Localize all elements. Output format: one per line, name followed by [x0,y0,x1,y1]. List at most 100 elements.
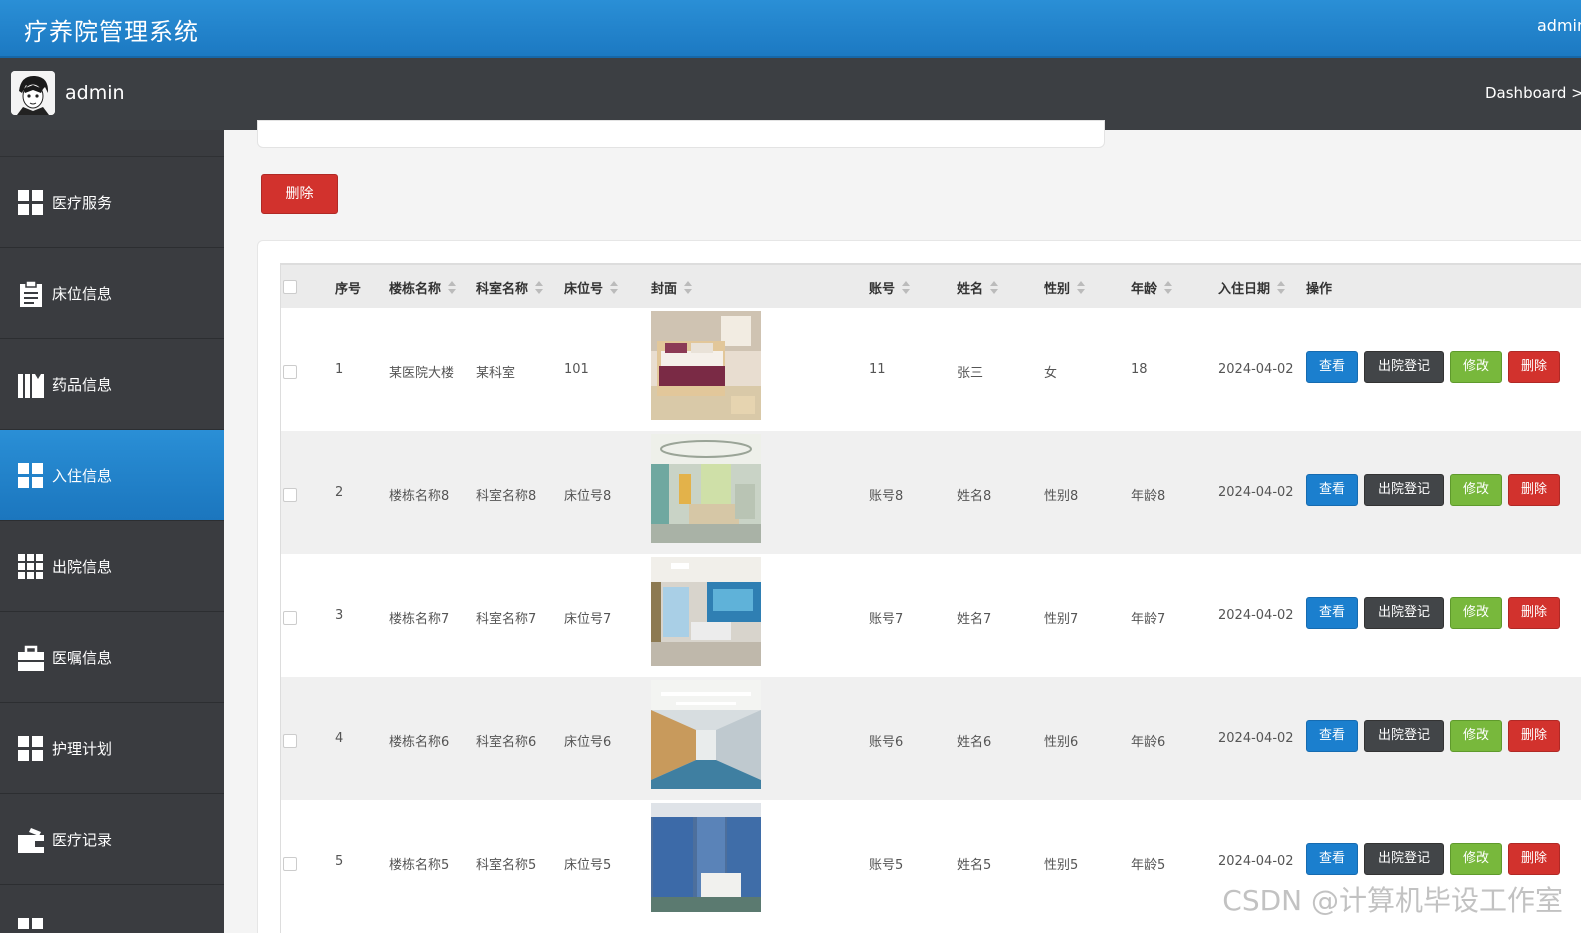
view-button[interactable]: 查看 [1306,351,1358,383]
row-checkbox[interactable] [283,734,297,748]
sort-icon[interactable] [609,281,619,295]
select-all-checkbox[interactable] [283,280,297,294]
row-checkbox[interactable] [283,365,297,379]
sidebar-item-medical-record[interactable]: 医疗记录 [0,794,224,885]
col-header-name[interactable]: 姓名 [957,278,999,297]
col-header-dept[interactable]: 科室名称 [476,278,544,297]
sort-icon[interactable] [1276,281,1286,295]
col-header-gender[interactable]: 性别 [1044,278,1086,297]
col-header-building[interactable]: 楼栋名称 [389,278,457,297]
cell-no: 5 [335,854,344,869]
cell-gender: 女 [1044,366,1058,381]
discharge-button[interactable]: 出院登记 [1364,474,1444,506]
delete-button[interactable]: 删除 [1508,597,1560,629]
cell-no: 4 [335,731,344,746]
discharge-button[interactable]: 出院登记 [1364,843,1444,875]
delete-button[interactable]: 删除 [1508,843,1560,875]
edit-button[interactable]: 修改 [1450,597,1502,629]
sidebar-item-doctor-order[interactable]: 医嘱信息 [0,612,224,703]
wallet-icon [18,828,44,853]
cell-date: 2024-04-02 [1218,608,1294,623]
top-user-menu[interactable]: admin [1537,16,1581,35]
briefcase-icon [18,645,44,671]
cell-building: 楼栋名称5 [389,858,450,873]
cover-image-ward [651,434,761,543]
cell-building: 楼栋名称8 [389,489,450,504]
sidebar-item-label: 医疗记录 [52,831,113,849]
cell-gender: 性别8 [1044,489,1079,504]
top-header: 疗养院管理系统 admin [0,0,1581,58]
col-header-age[interactable]: 年龄 [1131,278,1173,297]
sidebar-item-nursing-plan[interactable]: 护理计划 [0,703,224,794]
table-row: 1 某医院大楼 某科室 101 11 张三 女 18 2024-04-02 查看… [281,308,1581,431]
col-header-account[interactable]: 账号 [869,278,911,297]
col-header-label: 姓名 [957,282,984,297]
grid-icon [18,190,43,215]
sidebar-item-discharge-info[interactable]: 出院信息 [0,521,224,612]
sidebar-item-drug-info[interactable]: 药品信息 [0,339,224,430]
sort-icon[interactable] [1163,281,1173,295]
row-checkbox[interactable] [283,611,297,625]
sort-icon[interactable] [989,281,999,295]
edit-button[interactable]: 修改 [1450,351,1502,383]
grid-icon [18,736,43,761]
cover-image-corridor [651,680,761,789]
cell-bed: 床位号6 [564,735,612,750]
sort-icon[interactable] [534,281,544,295]
cover-image-curtain [651,803,761,912]
edit-button[interactable]: 修改 [1450,474,1502,506]
table-row: 3 楼栋名称7 科室名称7 床位号7 账号7 姓名7 性别7 年龄7 2024-… [281,554,1581,677]
view-button[interactable]: 查看 [1306,474,1358,506]
sidebar-item-medical-service[interactable]: 医疗服务 [0,157,224,248]
sidebar-item-label: 床位信息 [52,285,113,303]
edit-button[interactable]: 修改 [1450,843,1502,875]
sort-icon[interactable] [1076,281,1086,295]
cell-date: 2024-04-02 [1218,362,1294,377]
cell-dept: 科室名称8 [476,489,537,504]
col-header-date[interactable]: 入住日期 [1218,278,1286,297]
batch-delete-button[interactable]: 删除 [261,174,338,214]
cell-age: 年龄6 [1131,735,1166,750]
col-header-cover[interactable]: 封面 [651,278,693,297]
cell-dept: 科室名称7 [476,612,537,627]
sort-icon[interactable] [901,281,911,295]
cell-building: 楼栋名称7 [389,612,450,627]
view-button[interactable]: 查看 [1306,720,1358,752]
cover-image-room [651,557,761,666]
col-header-bed[interactable]: 床位号 [564,278,619,297]
table-header: 序号 楼栋名称 科室名称 床位号 封面 账号 姓名 性别 年龄 入住日期 操作 [281,263,1581,308]
discharge-button[interactable]: 出院登记 [1364,597,1444,629]
col-header-label: 年龄 [1131,282,1158,297]
grid-icon [18,918,43,929]
grid-icon [18,463,43,488]
checkin-table: 序号 楼栋名称 科室名称 床位号 封面 账号 姓名 性别 年龄 入住日期 操作 … [280,263,1581,933]
col-header-no: 序号 [335,282,362,297]
breadcrumb[interactable]: Dashboard > [1485,84,1581,102]
avatar[interactable] [11,71,55,115]
view-button[interactable]: 查看 [1306,843,1358,875]
delete-button[interactable]: 删除 [1508,720,1560,752]
col-header-label: 账号 [869,282,896,297]
edit-button[interactable]: 修改 [1450,720,1502,752]
delete-button[interactable]: 删除 [1508,474,1560,506]
main-content: 删除 序号 楼栋名称 科室名称 床位号 封面 账号 姓名 性别 年龄 入住日期 … [224,120,1581,933]
cell-name: 姓名6 [957,735,992,750]
row-checkbox[interactable] [283,857,297,871]
sort-icon[interactable] [447,281,457,295]
view-button[interactable]: 查看 [1306,597,1358,629]
row-checkbox[interactable] [283,488,297,502]
sidebar-item-more[interactable] [0,885,224,933]
discharge-button[interactable]: 出院登记 [1364,351,1444,383]
sidebar-item-checkin-info[interactable]: 入住信息 [0,430,224,521]
cover-image-bedroom [651,311,761,420]
discharge-button[interactable]: 出院登记 [1364,720,1444,752]
col-header-label: 科室名称 [476,282,529,297]
sidebar-item-bed-info[interactable]: 床位信息 [0,248,224,339]
cell-date: 2024-04-02 [1218,485,1294,500]
cell-age: 18 [1131,362,1148,377]
username: admin [65,82,125,104]
cell-bed: 床位号8 [564,489,612,504]
cell-age: 年龄5 [1131,858,1166,873]
sort-icon[interactable] [683,281,693,295]
delete-button[interactable]: 删除 [1508,351,1560,383]
